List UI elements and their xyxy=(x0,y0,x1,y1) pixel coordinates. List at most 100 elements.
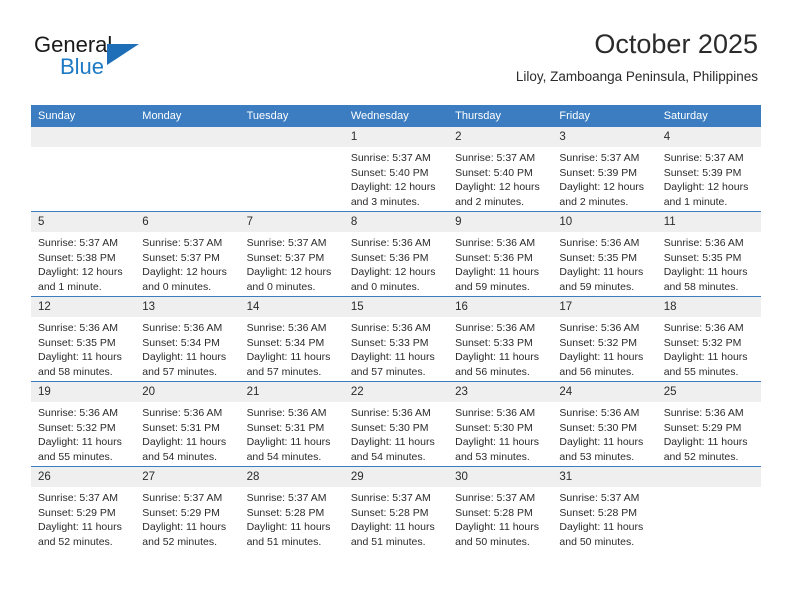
page-header: General Blue October 2025 Liloy, Zamboan… xyxy=(34,28,758,100)
daylight-duration-line2: and 2 minutes. xyxy=(559,195,629,208)
day-number xyxy=(239,127,344,147)
general-blue-logo: General Blue xyxy=(34,32,234,88)
day-cell[interactable]: 15 Sunrise: 5:36 AM Sunset: 5:33 PM Dayligh… xyxy=(343,296,449,382)
day-cell[interactable]: 21 Sunrise: 5:36 AM Sunset: 5:31 PM Dayligh… xyxy=(239,381,344,467)
calendar-body: 1 Sunrise: 5:37 AM Sunset: 5:40 PM Daylight… xyxy=(31,127,761,551)
sunrise-time: Sunrise: 5:37 AM xyxy=(246,492,327,504)
sun-info: Sunrise: 5:36 AM Sunset: 5:31 PM Daylight:… xyxy=(240,402,344,464)
day-cell[interactable]: 3 Sunrise: 5:37 AM Sunset: 5:39 PM Daylight… xyxy=(552,127,657,212)
day-cell[interactable]: 14 Sunrise: 5:36 AM Sunset: 5:34 PM Dayligh… xyxy=(239,296,344,382)
daylight-duration-line2: and 53 minutes. xyxy=(559,450,635,463)
sunset-time: Sunset: 5:32 PM xyxy=(663,336,742,349)
sunrise-time: Sunrise: 5:36 AM xyxy=(246,322,327,334)
day-cell[interactable]: 18 Sunrise: 5:36 AM Sunset: 5:32 PM Dayligh… xyxy=(656,296,761,382)
brand-text-blue: Blue xyxy=(60,54,105,79)
day-cell[interactable]: 26 Sunrise: 5:37 AM Sunset: 5:29 PM Dayligh… xyxy=(31,466,136,551)
day-cell[interactable]: 27 Sunrise: 5:37 AM Sunset: 5:29 PM Dayligh… xyxy=(135,466,240,551)
day-cell[interactable]: 6 Sunrise: 5:37 AM Sunset: 5:37 PM Daylight… xyxy=(135,211,240,297)
day-number: 6 xyxy=(135,212,240,232)
sunrise-time: Sunrise: 5:37 AM xyxy=(142,237,223,249)
sunset-time: Sunset: 5:28 PM xyxy=(246,506,325,519)
daylight-duration-line1: Daylight: 12 hours xyxy=(142,266,227,279)
day-cell[interactable]: 31 Sunrise: 5:37 AM Sunset: 5:28 PM Dayligh… xyxy=(552,466,657,551)
daylight-duration-line2: and 58 minutes. xyxy=(38,365,113,378)
day-number: 10 xyxy=(552,212,657,232)
daylight-duration-line2: and 53 minutes. xyxy=(455,450,530,463)
day-cell[interactable]: 13 Sunrise: 5:36 AM Sunset: 5:34 PM Dayligh… xyxy=(135,296,240,382)
day-cell[interactable]: 17 Sunrise: 5:36 AM Sunset: 5:32 PM Dayligh… xyxy=(552,296,657,382)
calendar-table: Sunday Monday Tuesday Wednesday Thursday Frid… xyxy=(31,105,761,551)
day-number: 30 xyxy=(448,467,553,487)
day-cell[interactable]: 30 Sunrise: 5:37 AM Sunset: 5:28 PM Dayligh… xyxy=(448,466,553,551)
calendar-page: General Blue October 2025 Liloy, Zamboan… xyxy=(0,0,792,612)
day-number xyxy=(135,127,240,147)
sunset-time: Sunset: 5:33 PM xyxy=(455,336,533,349)
sunrise-time: Sunrise: 5:36 AM xyxy=(350,407,431,419)
day-cell[interactable]: 28 Sunrise: 5:37 AM Sunset: 5:28 PM Dayligh… xyxy=(239,466,344,551)
sun-info: Sunrise: 5:36 AM Sunset: 5:33 PM Daylight:… xyxy=(344,317,448,379)
daylight-duration-line1: Daylight: 11 hours xyxy=(663,266,748,279)
day-cell[interactable]: 11 Sunrise: 5:36 AM Sunset: 5:35 PM Dayligh… xyxy=(656,211,761,297)
daylight-duration-line2: and 54 minutes. xyxy=(142,450,217,463)
day-number: 26 xyxy=(31,467,136,487)
sunrise-time: Sunrise: 5:37 AM xyxy=(350,152,431,164)
sun-info: Sunrise: 5:37 AM Sunset: 5:40 PM Daylight:… xyxy=(344,147,448,209)
sunset-time: Sunset: 5:29 PM xyxy=(142,506,220,519)
day-cell[interactable]: 4 Sunrise: 5:37 AM Sunset: 5:39 PM Daylight… xyxy=(656,127,761,212)
daylight-duration-line1: Daylight: 12 hours xyxy=(455,181,540,194)
daylight-duration-line1: Daylight: 12 hours xyxy=(246,266,332,279)
calendar-week-row: 26 Sunrise: 5:37 AM Sunset: 5:29 PM Dayligh… xyxy=(31,466,761,551)
day-number: 11 xyxy=(656,212,761,232)
sunrise-time: Sunrise: 5:36 AM xyxy=(559,407,640,419)
daylight-duration-line2: and 54 minutes. xyxy=(350,450,426,463)
sunset-time: Sunset: 5:29 PM xyxy=(663,421,742,434)
sunrise-time: Sunrise: 5:37 AM xyxy=(142,492,223,504)
calendar-week-row: 1 Sunrise: 5:37 AM Sunset: 5:40 PM Daylight… xyxy=(31,127,761,212)
daylight-duration-line1: Daylight: 11 hours xyxy=(142,351,227,364)
daylight-duration-line2: and 56 minutes. xyxy=(455,365,530,378)
day-cell[interactable]: 2 Sunrise: 5:37 AM Sunset: 5:40 PM Daylight… xyxy=(448,127,553,212)
day-number: 14 xyxy=(239,297,344,317)
day-cell[interactable]: 12 Sunrise: 5:36 AM Sunset: 5:35 PM Dayligh… xyxy=(31,296,136,382)
daylight-duration-line1: Daylight: 11 hours xyxy=(246,521,331,534)
daylight-duration-line1: Daylight: 11 hours xyxy=(350,436,435,449)
day-cell[interactable]: 8 Sunrise: 5:36 AM Sunset: 5:36 PM Daylight… xyxy=(343,211,449,297)
daylight-duration-line1: Daylight: 11 hours xyxy=(455,266,539,279)
sunrise-time: Sunrise: 5:36 AM xyxy=(142,322,223,334)
day-cell[interactable]: 5 Sunrise: 5:37 AM Sunset: 5:38 PM Daylight… xyxy=(31,211,136,297)
weekday-header-monday: Monday xyxy=(135,105,240,127)
day-cell[interactable]: 25 Sunrise: 5:36 AM Sunset: 5:29 PM Dayligh… xyxy=(656,381,761,467)
day-cell[interactable]: 23 Sunrise: 5:36 AM Sunset: 5:30 PM Dayligh… xyxy=(448,381,553,467)
title-block: October 2025 Liloy, Zamboanga Peninsula,… xyxy=(516,28,758,87)
day-number: 28 xyxy=(239,467,344,487)
day-number: 21 xyxy=(239,382,344,402)
day-number xyxy=(656,467,761,487)
day-cell[interactable]: 29 Sunrise: 5:37 AM Sunset: 5:28 PM Dayligh… xyxy=(343,466,449,551)
sunrise-time: Sunrise: 5:37 AM xyxy=(663,152,744,164)
day-cell[interactable]: 22 Sunrise: 5:36 AM Sunset: 5:30 PM Dayligh… xyxy=(343,381,449,467)
day-number: 7 xyxy=(239,212,344,232)
sunset-time: Sunset: 5:35 PM xyxy=(38,336,116,349)
sunrise-time: Sunrise: 5:37 AM xyxy=(455,152,536,164)
day-cell[interactable]: 16 Sunrise: 5:36 AM Sunset: 5:33 PM Dayligh… xyxy=(448,296,553,382)
sun-info: Sunrise: 5:36 AM Sunset: 5:34 PM Daylight:… xyxy=(135,317,239,379)
sunrise-time: Sunrise: 5:36 AM xyxy=(663,237,744,249)
day-cell[interactable]: 10 Sunrise: 5:36 AM Sunset: 5:35 PM Dayligh… xyxy=(552,211,657,297)
sun-info: Sunrise: 5:37 AM Sunset: 5:37 PM Daylight:… xyxy=(240,232,344,294)
day-cell[interactable]: 20 Sunrise: 5:36 AM Sunset: 5:31 PM Dayligh… xyxy=(135,381,240,467)
day-cell[interactable]: 9 Sunrise: 5:36 AM Sunset: 5:36 PM Daylight… xyxy=(448,211,553,297)
daylight-duration-line1: Daylight: 11 hours xyxy=(663,351,748,364)
daylight-duration-line2: and 1 minute. xyxy=(663,195,728,208)
weekday-header-sunday: Sunday xyxy=(31,105,136,127)
sunrise-time: Sunrise: 5:37 AM xyxy=(246,237,327,249)
day-cell[interactable]: 19 Sunrise: 5:36 AM Sunset: 5:32 PM Dayligh… xyxy=(31,381,136,467)
sunset-time: Sunset: 5:28 PM xyxy=(559,506,638,519)
day-cell[interactable]: 24 Sunrise: 5:36 AM Sunset: 5:30 PM Dayligh… xyxy=(552,381,657,467)
daylight-duration-line1: Daylight: 11 hours xyxy=(38,351,122,364)
day-cell[interactable]: 1 Sunrise: 5:37 AM Sunset: 5:40 PM Daylight… xyxy=(343,127,449,212)
sun-info: Sunrise: 5:36 AM Sunset: 5:33 PM Daylight:… xyxy=(448,317,552,379)
calendar-header-row: Sunday Monday Tuesday Wednesday Thursday Frid… xyxy=(31,105,761,127)
sun-info: Sunrise: 5:36 AM Sunset: 5:35 PM Daylight:… xyxy=(657,232,761,294)
day-cell[interactable]: 7 Sunrise: 5:37 AM Sunset: 5:37 PM Daylight… xyxy=(239,211,344,297)
daylight-duration-line2: and 57 minutes. xyxy=(350,365,426,378)
